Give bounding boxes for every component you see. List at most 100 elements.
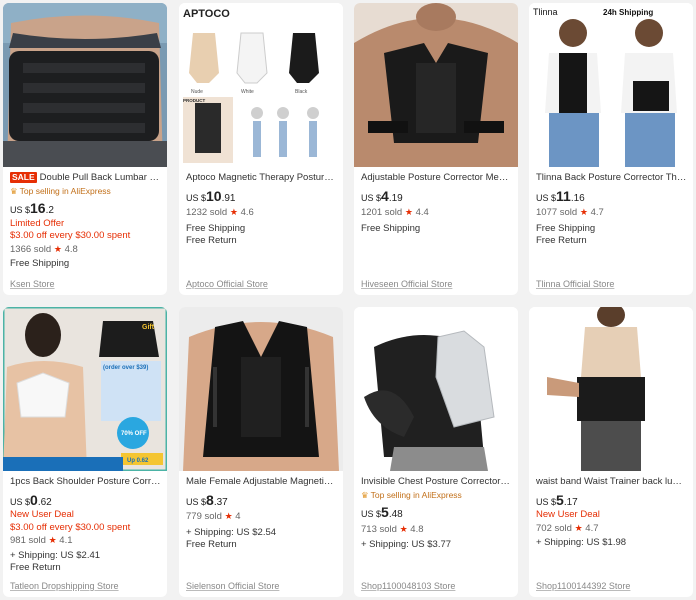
sold-rating: 1366 sold ★ 4.8 (10, 243, 161, 257)
product-card[interactable]: APTOCO Nude White Black PRODUCT Aptoco M… (179, 3, 343, 295)
sold-rating: 702 sold ★ 4.7 (536, 522, 687, 536)
price-currency: US $ (536, 496, 557, 507)
product-image[interactable] (179, 307, 343, 471)
offer-text: $3.00 off every $30.00 spent (10, 521, 131, 533)
price-decimal: .2 (45, 205, 54, 216)
product-image[interactable]: Gift (order over $39) 70% OFF Up 0.62 (3, 307, 167, 471)
price-currency: US $ (186, 496, 207, 507)
discount-text: 70% OFF (121, 431, 147, 437)
price: US $5.48 (361, 504, 512, 522)
price-decimal: .17 (563, 496, 578, 508)
shipping-tag-text: 24h Shipping (603, 8, 653, 17)
star-icon: ★ (224, 511, 233, 521)
price-integer: 16 (30, 200, 46, 216)
shipping-text: Free Shipping (186, 222, 246, 234)
sold-count: 779 sold (186, 511, 222, 522)
store-link[interactable]: Shop1100048103 Store (361, 581, 455, 591)
product-title-text: Double Pull Back Lumbar Support Belt (39, 172, 161, 183)
swatch-label: Nude (191, 89, 203, 95)
store-link[interactable]: Shop1100144392 Store (536, 581, 630, 591)
sold-rating: 1232 sold ★ 4.6 (186, 206, 337, 220)
shipping-text: Free Shipping (361, 222, 421, 234)
sold-count: 1232 sold (186, 207, 228, 218)
product-grid: SALEDouble Pull Back Lumbar Support Belt… (0, 0, 696, 600)
price-integer: 0 (30, 491, 38, 508)
store-link[interactable]: Hiveseen Official Store (361, 279, 452, 289)
store-link[interactable]: Aptoco Official Store (186, 279, 268, 289)
product-title[interactable]: Adjustable Posture Corrector Medical Bac… (361, 172, 512, 185)
price-currency: US $ (186, 192, 207, 203)
order-over-text: (order over $39) (103, 365, 148, 371)
product-card[interactable]: Male Female Adjustable Magnetic Posture … (179, 307, 343, 597)
product-image[interactable] (529, 307, 693, 471)
rating-value: 4.8 (410, 523, 424, 535)
coupon-text: Up 0.62 (127, 458, 149, 464)
product-image[interactable] (3, 3, 167, 167)
price: US $10.91 (186, 189, 337, 206)
product-title[interactable]: Invisible Chest Posture Corrector Scolio… (361, 476, 512, 489)
gift-tag-text: Gift (142, 324, 155, 331)
product-card[interactable]: Invisible Chest Posture Corrector Scolio… (354, 307, 518, 597)
swatch-label: White (241, 89, 254, 95)
product-card[interactable]: waist band Waist Trainer back lumbar sup… (529, 307, 693, 597)
sold-rating: 981 sold ★ 4.1 (10, 534, 161, 548)
price-decimal: .16 (570, 192, 585, 204)
return-text: Free Return (10, 562, 61, 573)
top-selling-text: Top selling in AliExpress (370, 489, 462, 500)
rating-value: 4.7 (585, 522, 599, 534)
rating-value: 4.1 (59, 535, 73, 546)
product-image[interactable] (354, 307, 518, 471)
product-title[interactable]: waist band Waist Trainer back lumbar sup… (536, 476, 687, 489)
price: US $8.37 (186, 491, 337, 510)
rating-value: 4.8 (64, 243, 78, 255)
rating-value: 4 (235, 511, 241, 522)
price-decimal: .62 (37, 496, 52, 508)
price-integer: 5 (381, 504, 389, 520)
top-selling-badge: ♛ Top selling in AliExpress (361, 489, 512, 502)
rating-value: 4.6 (240, 207, 254, 218)
brand-logo-text: Tlinna (533, 7, 558, 17)
price-currency: US $ (361, 192, 382, 203)
return-text: Free Return (186, 235, 237, 246)
product-image[interactable]: Tlinna 24h Shipping (529, 3, 693, 167)
star-icon: ★ (229, 207, 238, 217)
offer-label: New User Deal (10, 509, 74, 520)
sold-count: 981 sold (10, 535, 46, 546)
sale-badge: SALE (10, 172, 37, 183)
product-title[interactable]: SALEDouble Pull Back Lumbar Support Belt (10, 172, 161, 185)
price: US $16.2 (10, 200, 161, 218)
product-title[interactable]: Aptoco Magnetic Therapy Posture Correcto… (186, 172, 337, 185)
price-currency: US $ (536, 192, 557, 203)
store-link[interactable]: Tlinna Official Store (536, 279, 614, 289)
star-icon: ★ (404, 207, 413, 217)
return-text: Free Return (186, 539, 237, 550)
star-icon: ★ (579, 207, 588, 217)
product-card[interactable]: Adjustable Posture Corrector Medical Bac… (354, 3, 518, 295)
product-title[interactable]: Male Female Adjustable Magnetic Posture … (186, 476, 337, 489)
product-card[interactable]: Gift (order over $39) 70% OFF Up 0.62 1p… (3, 307, 167, 597)
shipping-text: Free Shipping (536, 222, 596, 234)
price-currency: US $ (361, 509, 382, 519)
price-integer: 11 (556, 187, 571, 204)
product-image[interactable]: APTOCO Nude White Black PRODUCT (179, 3, 343, 167)
price-integer: 8 (206, 491, 214, 508)
store-link[interactable]: Sielenson Official Store (186, 581, 279, 591)
price: US $5.17 (536, 493, 687, 510)
product-card[interactable]: SALEDouble Pull Back Lumbar Support Belt… (3, 3, 167, 295)
crown-icon: ♛ (361, 489, 369, 500)
product-title[interactable]: Tlinna Back Posture Corrector Therapy Be… (536, 172, 687, 185)
sold-count: 702 sold (536, 522, 572, 534)
store-link[interactable]: Tatleon Dropshipping Store (10, 581, 119, 591)
shipping-text: Free Shipping (10, 258, 70, 269)
top-selling-badge: ♛ Top selling in AliExpress (10, 185, 161, 198)
sold-rating: 779 sold ★ 4 (186, 510, 337, 524)
product-image[interactable] (354, 3, 518, 167)
product-card[interactable]: Tlinna 24h Shipping Tlinna Back Posture … (529, 3, 693, 295)
sold-rating: 1077 sold ★ 4.7 (536, 206, 687, 220)
sold-count: 713 sold (361, 523, 397, 535)
sold-count: 1077 sold (536, 207, 578, 218)
store-link[interactable]: Ksen Store (10, 279, 55, 289)
product-title[interactable]: 1pcs Back Shoulder Posture Corrector (10, 476, 161, 489)
star-icon: ★ (574, 522, 583, 533)
star-icon: ★ (399, 523, 408, 534)
